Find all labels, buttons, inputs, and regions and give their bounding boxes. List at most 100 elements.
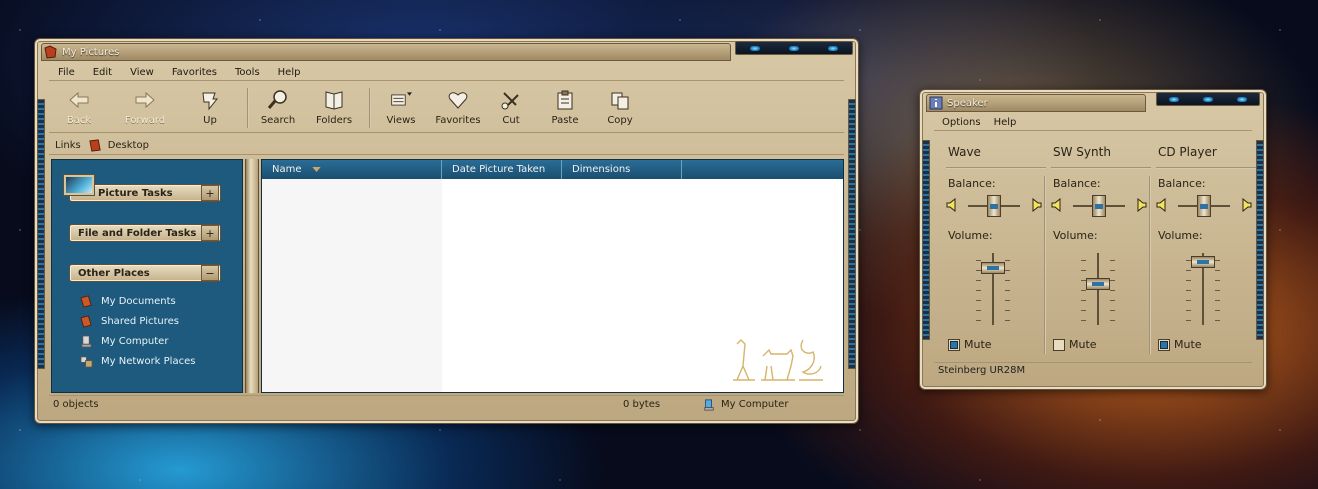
menu-file[interactable]: File (49, 67, 84, 78)
channel-divider (1051, 167, 1151, 169)
volume-slider[interactable] (1186, 253, 1220, 325)
volume-label: Volume: (948, 229, 993, 242)
status-bar: 0 objects 0 bytes My Computer (49, 395, 844, 413)
balance-thumb[interactable] (987, 195, 1001, 217)
volume-slider[interactable] (976, 253, 1010, 325)
pane-splitter[interactable] (245, 159, 259, 393)
heart-icon (448, 92, 468, 109)
forward-button[interactable]: Forward (109, 85, 181, 131)
computer-icon (81, 334, 92, 348)
volume-label: Volume: (1158, 229, 1203, 242)
caption-buttons (1156, 92, 1260, 106)
menu-options[interactable]: Options (934, 117, 990, 128)
place-shared-pictures[interactable]: Shared Pictures (80, 313, 179, 329)
expand-icon[interactable]: + (201, 185, 219, 201)
paste-button[interactable]: Paste (537, 85, 593, 131)
other-places-header[interactable]: Other Places − (69, 264, 221, 282)
channel-name: CD Player (1158, 145, 1217, 159)
place-my-computer[interactable]: My Computer (80, 333, 168, 349)
volume-thumb[interactable] (1191, 256, 1215, 268)
status-size: 0 bytes (623, 399, 661, 410)
speaker-left-icon (946, 197, 960, 215)
menu-help[interactable]: Help (990, 117, 1026, 128)
desktop-link[interactable]: Desktop (108, 140, 149, 151)
mute-checkbox[interactable]: Mute (948, 338, 992, 351)
mixer-titlebar[interactable]: Speaker (926, 94, 1146, 112)
volume-label: Volume: (1053, 229, 1098, 242)
place-my-network-places[interactable]: My Network Places (80, 353, 195, 369)
mute-label: Mute (964, 338, 992, 351)
balance-slider[interactable] (1051, 195, 1151, 217)
checkbox-box[interactable] (1053, 338, 1065, 351)
menu-tools[interactable]: Tools (226, 67, 269, 78)
minimize-button[interactable] (1169, 96, 1179, 102)
back-button[interactable]: Back (49, 85, 109, 131)
place-my-documents[interactable]: My Documents (80, 293, 176, 309)
balance-slider[interactable] (1156, 195, 1256, 217)
right-rail (1256, 140, 1264, 340)
column-date-taken[interactable]: Date Picture Taken (442, 160, 562, 179)
channel-divider (946, 167, 1046, 169)
speaker-right-icon (1028, 197, 1042, 215)
volume-slider[interactable] (1081, 253, 1115, 325)
desktop-link-icon (89, 139, 101, 152)
maximize-button[interactable] (1203, 96, 1213, 102)
menu-edit[interactable]: Edit (84, 67, 121, 78)
volume-thumb[interactable] (1086, 278, 1110, 290)
status-object-count: 0 objects (53, 399, 99, 410)
task-pane: Picture Tasks + File and Folder Tasks + … (51, 159, 243, 393)
explorer-titlebar[interactable]: My Pictures (41, 43, 731, 61)
up-button[interactable]: Up (181, 85, 239, 131)
balance-thumb[interactable] (1092, 195, 1106, 217)
menu-help[interactable]: Help (269, 67, 310, 78)
volume-thumb[interactable] (981, 262, 1005, 274)
folders-button[interactable]: Folders (307, 85, 361, 131)
search-icon (267, 90, 287, 109)
column-header-row: Name Date Picture Taken Dimensions (262, 160, 843, 179)
file-list-body[interactable] (262, 179, 843, 392)
folders-icon (325, 91, 343, 110)
mixer-title: Speaker (947, 97, 988, 109)
channel-separator (1044, 176, 1046, 354)
close-button[interactable] (1237, 96, 1247, 102)
mute-checkbox[interactable]: Mute (1053, 338, 1097, 351)
checkbox-box[interactable] (1158, 338, 1170, 351)
channel-name: SW Synth (1053, 145, 1111, 159)
folder-app-icon (44, 45, 57, 59)
file-list[interactable]: Name Date Picture Taken Dimensions (261, 159, 844, 393)
volume-mixer-window: Speaker Options Help Wave Balance: Volume:… (919, 89, 1267, 390)
menu-favorites[interactable]: Favorites (163, 67, 226, 78)
right-rail (848, 99, 856, 369)
minimize-button[interactable] (750, 45, 761, 51)
views-button[interactable]: Views (371, 85, 431, 131)
scissors-icon (501, 92, 519, 110)
file-folder-tasks-header[interactable]: File and Folder Tasks + (69, 224, 221, 242)
balance-label: Balance: (1053, 177, 1101, 190)
info-app-icon (929, 96, 943, 110)
balance-slider[interactable] (946, 195, 1046, 217)
balance-thumb[interactable] (1197, 195, 1211, 217)
speaker-right-icon (1238, 197, 1252, 215)
mute-checkbox[interactable]: Mute (1158, 338, 1202, 351)
network-icon (80, 355, 93, 368)
channel-sw-synth: SW Synth Balance: Volume: Mute (1051, 137, 1151, 359)
menu-view[interactable]: View (121, 67, 163, 78)
close-button[interactable] (827, 45, 838, 51)
computer-status-icon (704, 398, 714, 411)
search-button[interactable]: Search (249, 85, 307, 131)
device-name: Steinberg UR28M (938, 365, 1026, 376)
favorites-button[interactable]: Favorites (431, 85, 485, 131)
collapse-icon[interactable]: − (201, 265, 219, 281)
checkbox-box[interactable] (948, 338, 960, 351)
cut-button[interactable]: Cut (485, 85, 537, 131)
explorer-window: My Pictures File Edit View Favorites Too… (34, 38, 859, 424)
channel-cd-player: CD Player Balance: Volume: Mute (1156, 137, 1256, 359)
channel-separator (1149, 176, 1151, 354)
left-rail (922, 140, 930, 340)
expand-icon[interactable]: + (201, 225, 219, 241)
column-dimensions[interactable]: Dimensions (562, 160, 682, 179)
maximize-button[interactable] (788, 45, 799, 51)
copy-button[interactable]: Copy (593, 85, 647, 131)
status-location: My Computer (721, 399, 789, 410)
column-name[interactable]: Name (262, 160, 442, 179)
